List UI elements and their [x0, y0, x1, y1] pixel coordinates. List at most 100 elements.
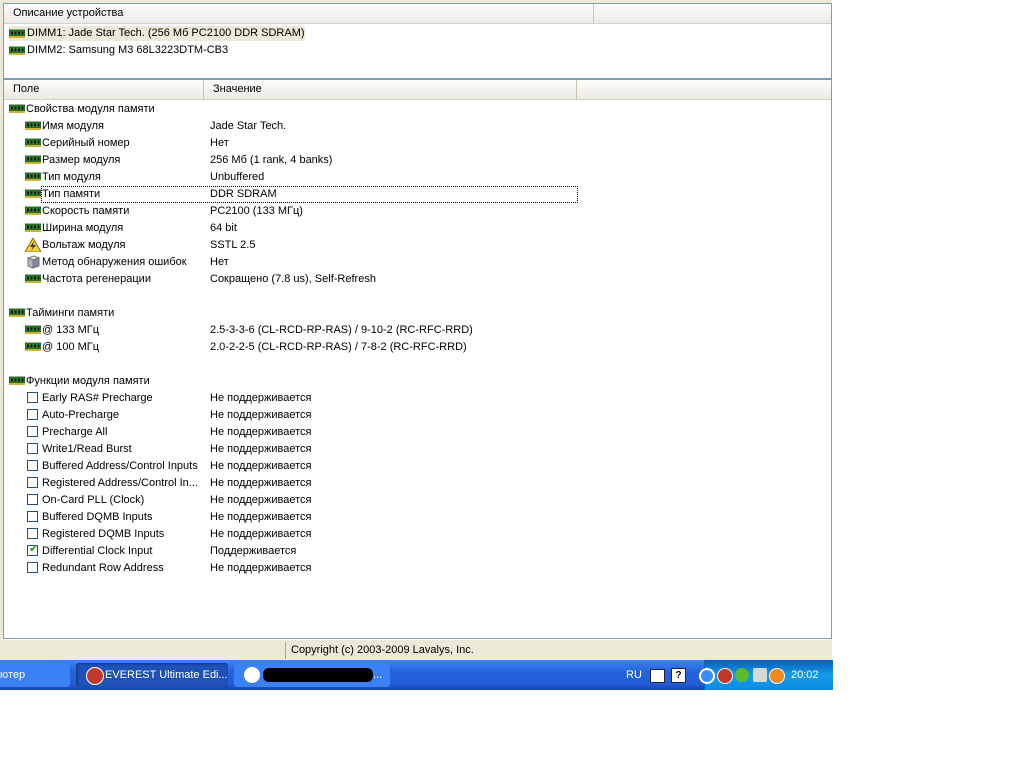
property-row[interactable]: Серийный номер Нет	[4, 135, 604, 152]
property-row[interactable]: Имя модуля Jade Star Tech.	[4, 118, 604, 135]
feature-row[interactable]: Precharge All Не поддерживается	[4, 424, 604, 441]
feature-row[interactable]: Registered DQMB Inputs Не поддерживается	[4, 526, 604, 543]
property-row[interactable]: Тип модуля Unbuffered	[4, 169, 604, 186]
feature-row[interactable]: Buffered Address/Control Inputs Не поддер…	[4, 458, 604, 475]
field-column-header[interactable]: Поле	[4, 80, 204, 99]
voltage-warning-icon	[25, 238, 41, 252]
group-header[interactable]: Тайминги памяти	[4, 305, 604, 322]
shield-icon[interactable]	[735, 668, 749, 682]
feature-row[interactable]: Early RAS# Precharge Не поддерживается	[4, 390, 604, 407]
device-list-item[interactable]: DIMM2: Samsung M3 68L3223DTM-CB3	[9, 43, 228, 58]
device-list-item[interactable]: DIMM1: Jade Star Tech. (256 Мб PC2100 DD…	[9, 26, 305, 41]
feature-checkbox[interactable]	[27, 409, 38, 420]
focus-rectangle	[41, 186, 578, 203]
field-value: Нет	[210, 256, 229, 268]
field-label: Метод обнаружения ошибок	[42, 256, 187, 268]
feature-checkbox[interactable]	[27, 477, 38, 488]
field-label: Вольтаж модуля	[42, 239, 126, 251]
group-title: Свойства модуля памяти	[26, 103, 155, 115]
memory-module-icon	[9, 376, 25, 385]
field-label: Registered DQMB Inputs	[42, 528, 165, 540]
field-value: Не поддерживается	[210, 392, 312, 404]
property-row[interactable]: Метод обнаружения ошибок Нет	[4, 254, 604, 271]
group-header[interactable]: Свойства модуля памяти	[4, 101, 604, 118]
status-separator	[285, 642, 286, 659]
taskbar: ютер EVEREST Ultimate Edi... ... RU ? 20…	[0, 660, 833, 690]
field-label: Тип памяти	[42, 188, 101, 200]
property-row[interactable]: Ширина модуля 64 bit	[4, 220, 604, 237]
help-icon[interactable]: ?	[671, 668, 686, 683]
field-label: @ 133 МГц	[42, 324, 100, 336]
everest-tray-icon[interactable]	[717, 668, 733, 684]
field-label: Write1/Read Burst	[42, 443, 132, 455]
language-indicator[interactable]: RU	[626, 660, 642, 690]
timing-row[interactable]: @ 100 МГц 2.0-2-2-5 (CL-RCD-RP-RAS) / 7-8…	[4, 339, 604, 356]
taskbar-button-partial[interactable]: ютер	[0, 663, 70, 687]
property-row[interactable]: Размер модуля 256 Мб (1 rank, 4 banks)	[4, 152, 604, 169]
taskbar-button-chat[interactable]: ...	[234, 663, 390, 687]
field-value: Jade Star Tech.	[210, 120, 287, 132]
feature-checkbox[interactable]	[27, 392, 38, 403]
network-icon[interactable]	[753, 668, 767, 682]
field-label: Differential Clock Input	[42, 545, 153, 557]
taskbar-button-everest[interactable]: EVEREST Ultimate Edi...	[76, 663, 228, 687]
memory-module-icon	[25, 274, 41, 283]
property-row-selected[interactable]: Тип памяти DDR SDRAM	[4, 186, 604, 203]
feature-checkbox[interactable]	[27, 511, 38, 522]
field-value: Не поддерживается	[210, 494, 312, 506]
field-value: Не поддерживается	[210, 511, 312, 523]
memory-module-icon	[25, 172, 41, 181]
field-label: Buffered Address/Control Inputs	[42, 460, 198, 472]
field-label: Ширина модуля	[42, 222, 124, 234]
property-row[interactable]: Вольтаж модуля SSTL 2.5	[4, 237, 604, 254]
value-column-header[interactable]: Значение	[204, 80, 577, 99]
field-label: On-Card PLL (Clock)	[42, 494, 145, 506]
keyboard-icon[interactable]	[650, 669, 665, 683]
feature-checkbox[interactable]	[27, 443, 38, 454]
field-label: Частота регенерации	[42, 273, 151, 285]
field-value: Unbuffered	[210, 171, 265, 183]
taskbar-button-label: ...	[373, 669, 383, 681]
device-description-column[interactable]: Описание устройства	[4, 4, 594, 23]
field-label: Размер модуля	[42, 154, 121, 166]
field-label: Тип модуля	[42, 171, 101, 183]
feature-row[interactable]: Write1/Read Burst Не поддерживается	[4, 441, 604, 458]
field-value: PC2100 (133 МГц)	[210, 205, 303, 217]
update-icon[interactable]	[769, 668, 785, 684]
memory-module-icon	[25, 138, 41, 147]
field-value: DDR SDRAM	[210, 188, 277, 200]
field-label: Early RAS# Precharge	[42, 392, 153, 404]
memory-module-icon	[9, 46, 25, 55]
timing-row[interactable]: @ 133 МГц 2.5-3-3-6 (CL-RCD-RP-RAS) / 9-1…	[4, 322, 604, 339]
feature-row[interactable]: ✔ Differential Clock Input Поддерживается	[4, 543, 604, 560]
feature-row[interactable]: Buffered DQMB Inputs Не поддерживается	[4, 509, 604, 526]
status-bar: Copyright (c) 2003-2009 Lavalys, Inc.	[0, 639, 832, 661]
field-value: Не поддерживается	[210, 409, 312, 421]
feature-checkbox[interactable]	[27, 562, 38, 573]
feature-checkbox[interactable]	[27, 426, 38, 437]
property-row[interactable]: Частота регенерации Сокращено (7.8 us), S…	[4, 271, 604, 288]
memory-module-icon	[25, 155, 41, 164]
feature-checkbox[interactable]	[27, 494, 38, 505]
field-value: Не поддерживается	[210, 426, 312, 438]
field-value: SSTL 2.5	[210, 239, 256, 251]
properties-header: Поле Значение	[4, 80, 831, 100]
feature-row[interactable]: Registered Address/Control In... Не подде…	[4, 475, 604, 492]
everest-info-icon	[86, 667, 104, 685]
feature-checkbox[interactable]	[27, 460, 38, 471]
memory-module-icon	[9, 29, 25, 38]
feature-checkbox[interactable]: ✔	[27, 543, 38, 556]
cube-icon	[26, 255, 41, 269]
field-label: Redundant Row Address	[42, 562, 164, 574]
feature-row[interactable]: Auto-Precharge Не поддерживается	[4, 407, 604, 424]
feature-checkbox[interactable]	[27, 528, 38, 539]
feature-row[interactable]: Redundant Row Address Не поддерживается	[4, 560, 604, 577]
field-label: Скорость памяти	[42, 205, 130, 217]
group-header[interactable]: Функции модуля памяти	[4, 373, 604, 390]
feature-row[interactable]: On-Card PLL (Clock) Не поддерживается	[4, 492, 604, 509]
tray-expand-icon[interactable]	[699, 668, 715, 684]
field-value: Не поддерживается	[210, 443, 312, 455]
field-label: Серийный номер	[42, 137, 130, 149]
property-row[interactable]: Скорость памяти PC2100 (133 МГц)	[4, 203, 604, 220]
field-label: Auto-Precharge	[42, 409, 120, 421]
